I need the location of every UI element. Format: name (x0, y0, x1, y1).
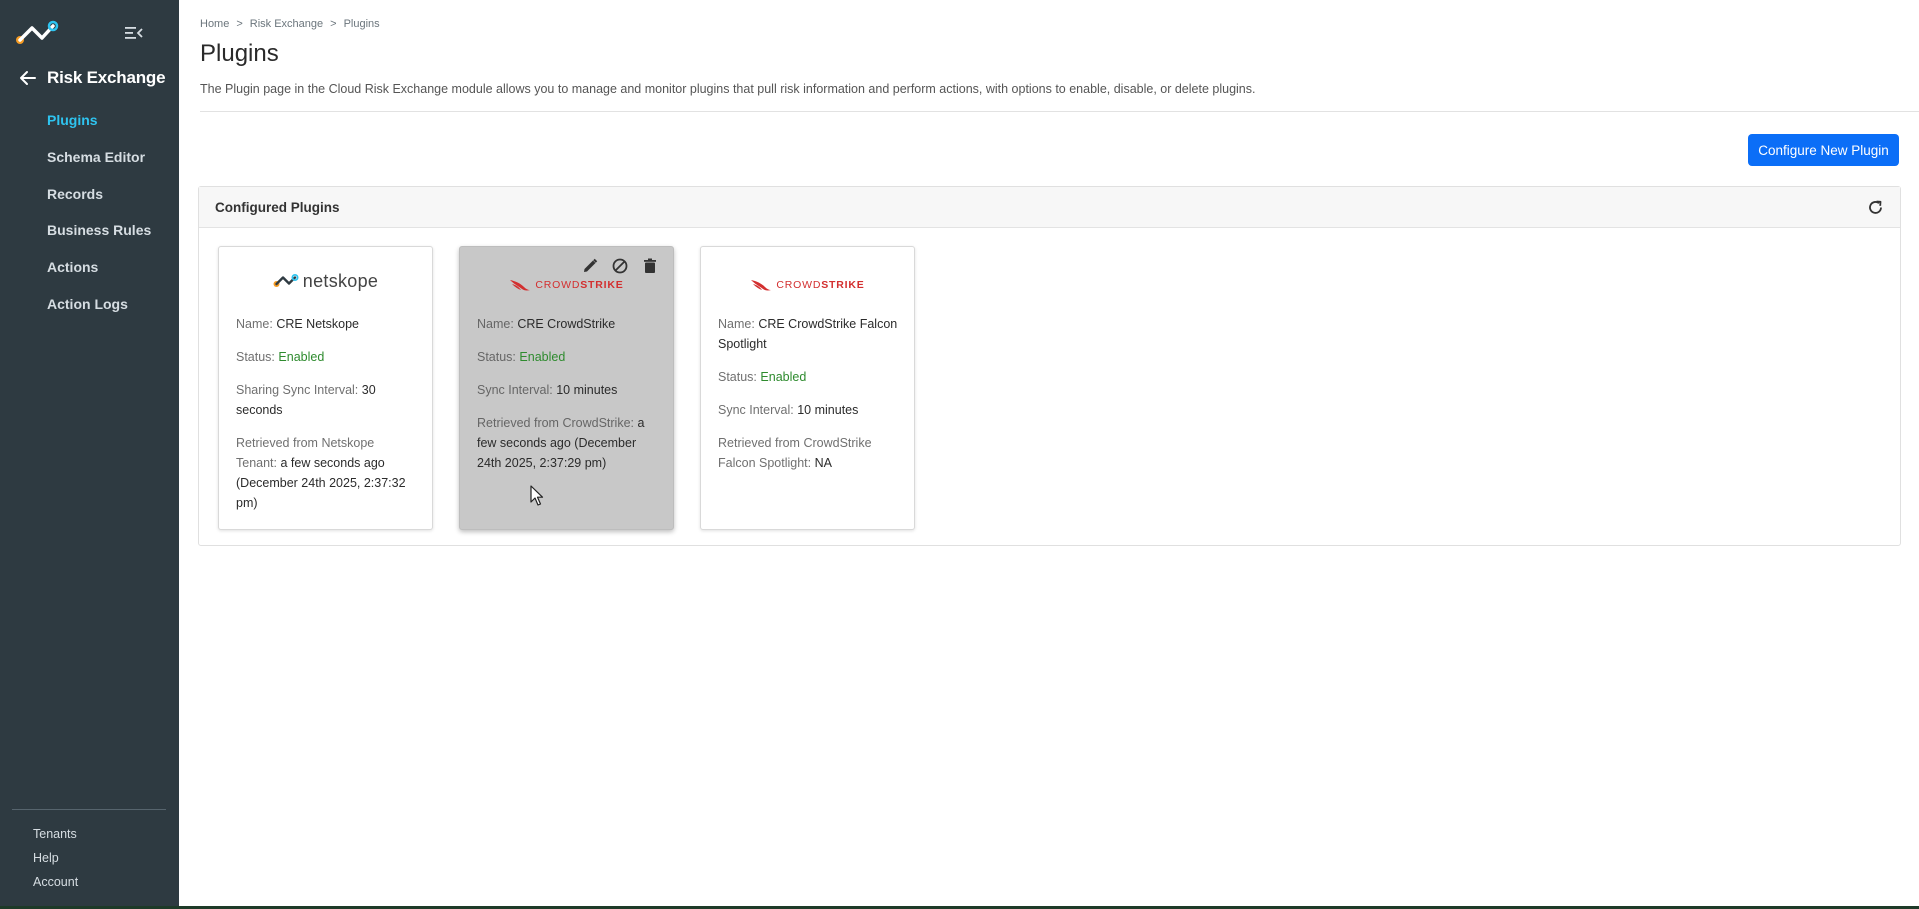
plugin-info: Name: CRE Netskope Status: Enabled Shari… (236, 314, 418, 526)
breadcrumb-home[interactable]: Home (200, 18, 229, 30)
plugin-logo: CROWDSTRIKE (460, 273, 673, 297)
plugin-name: CRE CrowdStrike (517, 317, 616, 331)
plugin-status: Enabled (278, 350, 325, 364)
sidebar-item-account[interactable]: Account (33, 870, 78, 894)
sidebar-item-records[interactable]: Records (47, 182, 151, 219)
plugin-status: Enabled (519, 350, 566, 364)
sidebar-nav: Plugins Schema Editor Records Business R… (47, 108, 151, 329)
name-label: Name: (477, 317, 514, 331)
sidebar-item-action-logs[interactable]: Action Logs (47, 292, 151, 329)
plugin-card-netskope[interactable]: netskope Name: CRE Netskope Status: Enab… (218, 246, 433, 530)
sidebar: Risk Exchange Plugins Schema Editor Reco… (0, 0, 179, 906)
sidebar-item-tenants[interactable]: Tenants (33, 822, 78, 846)
plugin-info: Name: CRE CrowdStrike Falcon Spotlight S… (718, 314, 900, 486)
interval-label: Sync Interval: (718, 403, 794, 417)
name-label: Name: (236, 317, 273, 331)
status-label: Status: (236, 350, 275, 364)
breadcrumb-separator: > (330, 18, 337, 30)
plugin-status-row: Status: Enabled (236, 347, 418, 367)
interval-label: Sharing Sync Interval: (236, 383, 359, 397)
crowdstrike-falcon-icon (510, 280, 531, 291)
plugin-name-row: Name: CRE Netskope (236, 314, 418, 334)
plugin-interval-row: Sync Interval: 10 minutes (477, 380, 659, 400)
plugin-retrieved-row: Retrieved from CrowdStrike Falcon Spotli… (718, 433, 900, 473)
name-label: Name: (718, 317, 755, 331)
plugin-status-row: Status: Enabled (718, 367, 900, 387)
sidebar-bottom-nav: Tenants Help Account (33, 822, 78, 894)
plugin-card-crowdstrike-spotlight[interactable]: CROWDSTRIKE Name: CRE CrowdStrike Falcon… (700, 246, 915, 530)
sidebar-item-plugins[interactable]: Plugins (47, 108, 151, 145)
collapse-sidebar-icon[interactable] (124, 24, 144, 42)
main-content: Home > Risk Exchange > Plugins Plugins T… (179, 0, 1919, 906)
plugin-status-row: Status: Enabled (477, 347, 659, 367)
breadcrumb-plugins: Plugins (343, 18, 380, 30)
crowdstrike-logo-text: CROWDSTRIKE (535, 279, 624, 291)
configure-new-plugin-button[interactable]: Configure New Plugin (1748, 134, 1899, 166)
sidebar-divider (12, 809, 166, 810)
plugin-status: Enabled (760, 370, 807, 384)
plugin-logo: netskope (219, 269, 432, 293)
panel-title: Configured Plugins (215, 200, 340, 215)
netskope-logo-icon (273, 274, 299, 287)
arrow-left-icon (20, 71, 36, 85)
breadcrumb: Home > Risk Exchange > Plugins (200, 18, 380, 30)
sidebar-item-actions[interactable]: Actions (47, 255, 151, 292)
panel-header: Configured Plugins (199, 187, 1900, 228)
crowdstrike-falcon-icon (751, 280, 772, 291)
plugin-interval: 10 minutes (797, 403, 859, 417)
module-back-link[interactable]: Risk Exchange (18, 66, 166, 90)
plugin-name-row: Name: CRE CrowdStrike Falcon Spotlight (718, 314, 900, 354)
plugin-interval-row: Sharing Sync Interval: 30 seconds (236, 380, 418, 420)
plugin-info: Name: CRE CrowdStrike Status: Enabled Sy… (477, 314, 659, 486)
plugin-name: CRE Netskope (276, 317, 359, 331)
sidebar-item-help[interactable]: Help (33, 846, 78, 870)
crowdstrike-logo-text: CROWDSTRIKE (776, 279, 865, 291)
plugin-retrieved: NA (814, 456, 832, 470)
divider (200, 111, 1919, 112)
retrieved-label: Retrieved from CrowdStrike: (477, 416, 634, 430)
sidebar-item-schema-editor[interactable]: Schema Editor (47, 145, 151, 182)
refresh-icon[interactable] (1867, 199, 1884, 216)
module-title: Risk Exchange (47, 68, 166, 87)
plugin-name-row: Name: CRE CrowdStrike (477, 314, 659, 334)
breadcrumb-risk-exchange[interactable]: Risk Exchange (250, 18, 323, 30)
sidebar-item-business-rules[interactable]: Business Rules (47, 218, 151, 255)
plugin-card-crowdstrike[interactable]: CROWDSTRIKE Name: CRE CrowdStrike Status… (459, 246, 674, 530)
breadcrumb-separator: > (236, 18, 243, 30)
netskope-logo[interactable] (15, 20, 59, 48)
status-label: Status: (718, 370, 757, 384)
page-description: The Plugin page in the Cloud Risk Exchan… (200, 82, 1256, 96)
page-title: Plugins (200, 40, 279, 67)
retrieved-label: Retrieved from CrowdStrike Falcon Spotli… (718, 436, 872, 470)
plugin-retrieved-row: Retrieved from Netskope Tenant: a few se… (236, 433, 418, 513)
interval-label: Sync Interval: (477, 383, 553, 397)
netskope-logo-text: netskope (302, 270, 379, 291)
status-label: Status: (477, 350, 516, 364)
plugin-retrieved-row: Retrieved from CrowdStrike: a few second… (477, 413, 659, 473)
configured-plugins-panel: Configured Plugins netskope Name: CRE Ne… (198, 186, 1901, 546)
plugin-interval-row: Sync Interval: 10 minutes (718, 400, 900, 420)
plugin-logo: CROWDSTRIKE (701, 273, 914, 297)
plugin-interval: 10 minutes (556, 383, 618, 397)
